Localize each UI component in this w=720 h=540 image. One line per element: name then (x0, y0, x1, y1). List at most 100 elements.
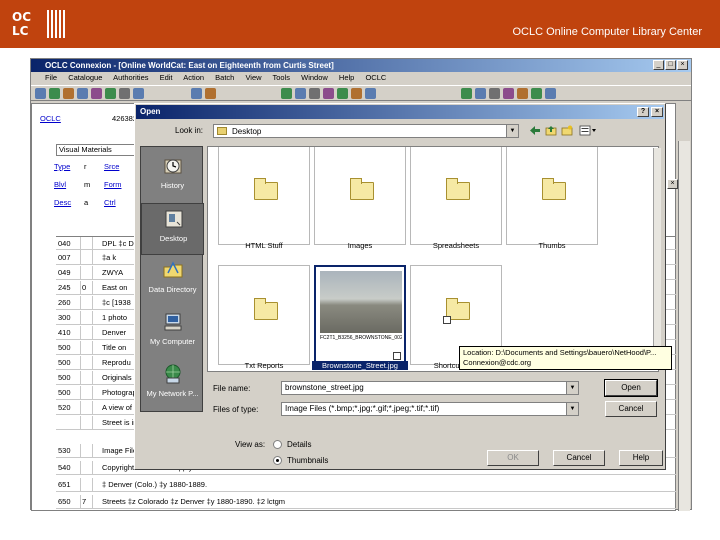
open-button[interactable]: Open (604, 379, 658, 397)
folder-label: Spreadsheets (432, 241, 480, 250)
toolbar-icon[interactable] (337, 88, 348, 99)
place-history[interactable]: History (141, 151, 204, 203)
menu-catalogue[interactable]: Catalogue (68, 73, 102, 82)
toolbar-icon[interactable] (133, 88, 144, 99)
desktop-folder-icon (217, 127, 227, 135)
thumbnail-caption: FC2T1_B3256_BROWNSTONE_002 (320, 335, 402, 341)
toolbar-icon[interactable] (281, 88, 292, 99)
view-menu-icon[interactable] (579, 125, 597, 136)
menu-batch[interactable]: Batch (215, 73, 234, 82)
toolbar-icon[interactable] (365, 88, 376, 99)
menu-view[interactable]: View (245, 73, 261, 82)
folder-item[interactable] (218, 265, 310, 365)
chevron-down-icon[interactable]: ▼ (566, 403, 578, 415)
toolbar-icon[interactable] (205, 88, 216, 99)
tooltip-line: Location: D:\Documents and Settings\baue… (463, 348, 657, 357)
folder-item[interactable] (506, 147, 598, 245)
folder-label: Images (347, 241, 373, 250)
logo-letter: OC (12, 10, 32, 24)
ok-button[interactable]: OK (487, 450, 539, 466)
toolbar-icon[interactable] (489, 88, 500, 99)
field-row[interactable]: 650 7 Streets ‡z Colorado ‡z Denver ‡y 188… (56, 495, 676, 509)
folder-item[interactable] (410, 147, 502, 245)
menu-help[interactable]: Help (339, 73, 354, 82)
image-file-item[interactable]: FC2T1_B3256_BROWNSTONE_002 (314, 265, 406, 365)
file-label: Brownstone_Street.jpg (312, 361, 408, 370)
menu-edit[interactable]: Edit (160, 73, 173, 82)
history-icon (164, 159, 182, 174)
close-button[interactable]: × (677, 60, 688, 70)
logo-letter: LC (12, 24, 29, 38)
look-in-value: Desktop (232, 127, 262, 136)
file-name-label: File name: (213, 384, 251, 393)
fixed-field-type[interactable]: Type (54, 162, 70, 171)
toolbar-icon[interactable] (323, 88, 334, 99)
toolbar-icon[interactable] (35, 88, 46, 99)
folder-label: HTML Stuff (245, 241, 283, 250)
oclc-label[interactable]: OCLC (40, 114, 61, 123)
up-folder-icon[interactable] (545, 125, 557, 136)
toolbar-icon[interactable] (119, 88, 130, 99)
menu-file[interactable]: File (45, 73, 57, 82)
toolbar-icon[interactable] (91, 88, 102, 99)
toolbar-icon[interactable] (461, 88, 472, 99)
toolbar-icon[interactable] (351, 88, 362, 99)
view-thumbnails-radio[interactable] (273, 456, 282, 465)
toolbar-icon[interactable] (49, 88, 60, 99)
toolbar-icon[interactable] (503, 88, 514, 99)
file-list-scrollbar[interactable] (653, 148, 661, 370)
look-in-label: Look in: (175, 126, 204, 135)
toolbar-icon[interactable] (475, 88, 486, 99)
toolbar-icon[interactable] (309, 88, 320, 99)
place-data-directory[interactable]: Data Directory (141, 255, 204, 307)
view-details-label: Details (287, 440, 312, 449)
place-my-computer[interactable]: My Computer (141, 307, 204, 359)
my-computer-icon (164, 313, 182, 331)
help-button[interactable]: Help (619, 450, 663, 466)
folder-item[interactable] (314, 147, 406, 245)
folder-icon (446, 178, 470, 200)
record-close-button[interactable]: × (667, 179, 678, 189)
toolbar-icon[interactable] (105, 88, 116, 99)
menu-action[interactable]: Action (183, 73, 204, 82)
new-folder-icon[interactable] (561, 125, 573, 136)
dialog-help-button[interactable]: ? (637, 107, 649, 117)
fixed-field-desc[interactable]: Desc (54, 198, 71, 207)
bottom-cancel-button[interactable]: Cancel (553, 450, 605, 466)
maximize-button[interactable]: □ (665, 60, 676, 70)
record-scrollbar[interactable] (678, 141, 690, 511)
folder-item[interactable] (218, 147, 310, 245)
minimize-button[interactable]: _ (653, 60, 664, 70)
view-thumbnails-label: Thumbnails (287, 456, 329, 465)
fixed-field-form[interactable]: Form (104, 180, 122, 189)
place-desktop[interactable]: Desktop (141, 203, 204, 255)
toolbar-icon[interactable] (191, 88, 202, 99)
help-icon[interactable] (545, 88, 556, 99)
look-in-dropdown[interactable]: Desktop ▼ (213, 124, 519, 138)
fixed-field-ctrl[interactable]: Ctrl (104, 198, 116, 207)
view-details-radio[interactable] (273, 440, 282, 449)
menu-authorities[interactable]: Authorities (113, 73, 148, 82)
folder-icon (542, 178, 566, 200)
menu-window[interactable]: Window (301, 73, 328, 82)
banner-title: OCLC Online Computer Library Center (512, 26, 702, 38)
dialog-close-button[interactable]: × (651, 107, 663, 117)
menu-oclc[interactable]: OCLC (365, 73, 386, 82)
fixed-field-srce[interactable]: Srce (104, 162, 119, 171)
toolbar-icon[interactable] (77, 88, 88, 99)
back-arrow-icon[interactable] (529, 125, 541, 136)
menu-tools[interactable]: Tools (273, 73, 291, 82)
field-row[interactable]: 651 ‡ Denver (Colo.) ‡y 1880-1889. (56, 478, 676, 492)
place-network[interactable]: My Network P... (141, 359, 204, 411)
chevron-down-icon[interactable]: ▼ (506, 125, 518, 137)
toolbar-icon[interactable] (517, 88, 528, 99)
file-type-select[interactable]: Image Files (*.bmp;*.jpg;*.gif;*.jpeg;*.… (281, 402, 579, 416)
toolbar-icon[interactable] (295, 88, 306, 99)
toolbar-icon[interactable] (531, 88, 542, 99)
folder-label: Thumbs (538, 241, 566, 250)
chevron-down-icon[interactable]: ▼ (566, 382, 578, 394)
toolbar-icon[interactable] (63, 88, 74, 99)
file-name-input[interactable]: brownstone_street.jpg ▼ (281, 381, 579, 395)
fixed-field-blvl[interactable]: Blvl (54, 180, 66, 189)
cancel-button[interactable]: Cancel (605, 401, 657, 417)
